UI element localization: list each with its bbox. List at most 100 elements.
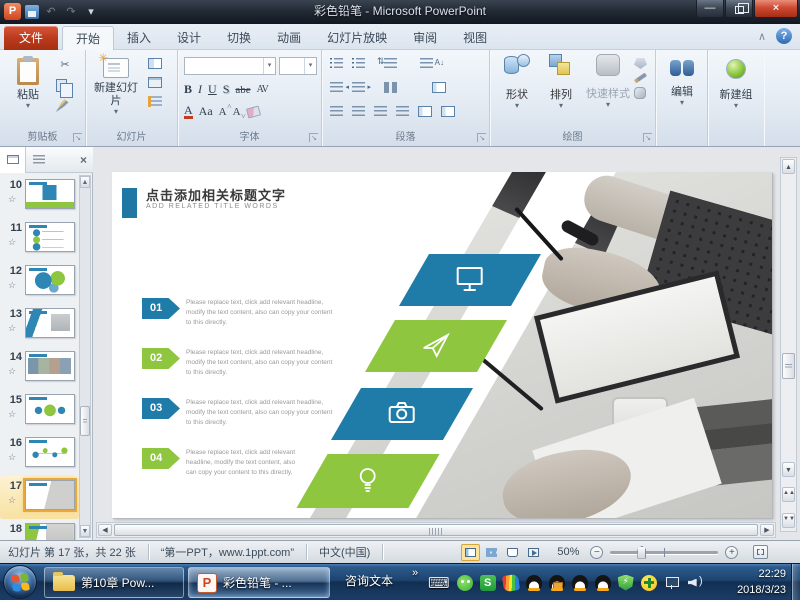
- taskbar-item-folder[interactable]: 第10章 Pow...: [44, 567, 184, 598]
- volume-tray-icon[interactable]: [687, 575, 703, 591]
- thumb-scroll-down-icon[interactable]: ▼: [80, 525, 90, 537]
- character-spacing-button[interactable]: AV: [257, 84, 268, 95]
- new-slide-button[interactable]: 新建幻灯片 ▾: [90, 52, 142, 132]
- shape-outline-icon[interactable]: [634, 73, 647, 84]
- tab-animations[interactable]: 动画: [264, 26, 314, 50]
- distribute-icon[interactable]: [418, 106, 432, 117]
- tab-outline-pane[interactable]: [26, 147, 52, 173]
- thumbnail-item-18[interactable]: 18 ☆: [0, 519, 79, 540]
- network-tray-icon[interactable]: [664, 575, 680, 591]
- slideshow-button[interactable]: [524, 544, 543, 561]
- slide-17[interactable]: 点击添加相关标题文字 ADD RELATED TITLE WORDS 01 Pl…: [112, 172, 772, 518]
- align-center-icon[interactable]: [352, 106, 365, 117]
- show-desktop-button[interactable]: [791, 564, 800, 600]
- text-direction-icon[interactable]: [420, 58, 433, 69]
- align-left-icon[interactable]: [330, 106, 343, 117]
- sogou-tray-icon[interactable]: S: [480, 575, 496, 591]
- reading-view-button[interactable]: [503, 544, 522, 561]
- tab-file[interactable]: 文件: [4, 26, 58, 50]
- thumbnail-item-11[interactable]: 11 ☆: [0, 218, 79, 261]
- thumbnail-item-12[interactable]: 12 ☆: [0, 261, 79, 304]
- zoom-level[interactable]: 50%: [553, 546, 583, 558]
- font-size-combo[interactable]: ▾: [279, 57, 317, 75]
- slide-11-thumbnail[interactable]: [25, 222, 75, 252]
- thumbnail-item-15[interactable]: 15 ☆: [0, 390, 79, 433]
- tab-view[interactable]: 视图: [450, 26, 500, 50]
- clear-formatting-icon[interactable]: [246, 105, 261, 118]
- antivirus-shield-tray-icon[interactable]: [618, 575, 634, 591]
- cut-icon[interactable]: ✂: [56, 56, 74, 72]
- title-accent-rect[interactable]: [122, 188, 137, 218]
- increase-indent-icon[interactable]: [352, 82, 365, 93]
- thumb-scroll-up-icon[interactable]: ▲: [80, 176, 90, 188]
- tab-review[interactable]: 审阅: [400, 26, 450, 50]
- qq-tray-icon-2[interactable]: [549, 575, 565, 591]
- edit-button[interactable]: 编辑 ▾: [657, 50, 707, 130]
- scroll-left-icon[interactable]: ◀: [98, 524, 112, 536]
- underline-button[interactable]: U: [208, 82, 217, 97]
- shape-fill-icon[interactable]: [634, 58, 647, 69]
- keyboard-icon[interactable]: ⌨: [428, 574, 450, 592]
- slide-title[interactable]: 点击添加相关标题文字: [146, 185, 286, 204]
- language-indicator[interactable]: 中文(中国): [315, 544, 374, 560]
- shrink-font-button[interactable]: A: [233, 106, 241, 118]
- tray-overflow-icon[interactable]: »: [412, 567, 418, 579]
- collapse-ribbon-icon[interactable]: ∧: [758, 30, 766, 43]
- restore-button[interactable]: [725, 0, 753, 18]
- drawing-dialog-launcher-icon[interactable]: ↘: [643, 133, 652, 142]
- close-button[interactable]: ×: [754, 0, 798, 18]
- qq-tray-icon-4[interactable]: [595, 575, 611, 591]
- slide-14-thumbnail[interactable]: [25, 351, 75, 381]
- convert-smartart-icon[interactable]: [441, 106, 455, 117]
- help-icon[interactable]: ?: [776, 28, 792, 44]
- slide-10-thumbnail[interactable]: [25, 179, 75, 209]
- tab-design[interactable]: 设计: [164, 26, 214, 50]
- copy-icon[interactable]: [56, 79, 67, 92]
- rainbow-tray-icon[interactable]: [502, 573, 520, 591]
- slide-18-thumbnail[interactable]: [25, 523, 75, 540]
- tab-insert[interactable]: 插入: [114, 26, 164, 50]
- align-right-icon[interactable]: [374, 106, 387, 117]
- tab-transitions[interactable]: 切换: [214, 26, 264, 50]
- line-spacing-icon[interactable]: [384, 58, 397, 69]
- grow-font-button[interactable]: A: [219, 106, 227, 118]
- horizontal-scroll-thumb[interactable]: [114, 524, 758, 536]
- slide-layout-icon[interactable]: [148, 58, 162, 69]
- text-shadow-button[interactable]: S: [223, 82, 230, 97]
- thumbnail-scroll-thumb[interactable]: [80, 406, 90, 436]
- paste-button[interactable]: 粘贴 ▾: [2, 52, 54, 132]
- font-name-dropdown-icon[interactable]: ▾: [263, 58, 275, 74]
- normal-view-button[interactable]: [461, 544, 480, 561]
- next-slide-icon[interactable]: ▼▼: [782, 513, 795, 528]
- thumbnail-item-14[interactable]: 14 ☆: [0, 347, 79, 390]
- align-text-icon[interactable]: [432, 82, 446, 93]
- change-case-button[interactable]: Aa: [199, 104, 213, 119]
- slide-17-thumbnail[interactable]: [25, 480, 75, 510]
- clipboard-dialog-launcher-icon[interactable]: ↘: [73, 133, 82, 142]
- font-dialog-launcher-icon[interactable]: ↘: [309, 133, 318, 142]
- zoom-out-button[interactable]: −: [590, 546, 603, 559]
- scroll-up-icon[interactable]: ▲: [782, 159, 795, 174]
- scroll-right-icon[interactable]: ▶: [760, 524, 774, 536]
- qq-tray-icon-1[interactable]: [526, 575, 542, 591]
- thumbnail-item-16[interactable]: 16 ☆: [0, 433, 79, 476]
- safety-plus-tray-icon[interactable]: [641, 575, 657, 591]
- slide-13-thumbnail[interactable]: [25, 308, 75, 338]
- italic-button[interactable]: I: [198, 82, 202, 97]
- decrease-indent-icon[interactable]: [330, 82, 343, 93]
- zoom-slider[interactable]: [610, 551, 718, 554]
- reset-slide-icon[interactable]: [148, 77, 162, 88]
- justify-icon[interactable]: [396, 106, 409, 117]
- new-group-button[interactable]: 新建组 ▾: [709, 50, 763, 130]
- font-color-button[interactable]: A: [184, 105, 193, 119]
- numbering-icon[interactable]: [352, 58, 365, 69]
- taskbar-item-powerpoint[interactable]: 彩色铅笔 - ...: [188, 567, 330, 598]
- section-icon[interactable]: [148, 96, 162, 107]
- taskbar-clock[interactable]: 22:29 2018/3/23: [737, 566, 786, 598]
- start-button[interactable]: [3, 565, 37, 599]
- shape-effects-icon[interactable]: [634, 87, 646, 99]
- slide-sorter-button[interactable]: [482, 544, 501, 561]
- zoom-slider-thumb[interactable]: [637, 546, 646, 559]
- minimize-button[interactable]: —: [696, 0, 724, 18]
- arrange-button[interactable]: 排列 ▾: [538, 54, 584, 110]
